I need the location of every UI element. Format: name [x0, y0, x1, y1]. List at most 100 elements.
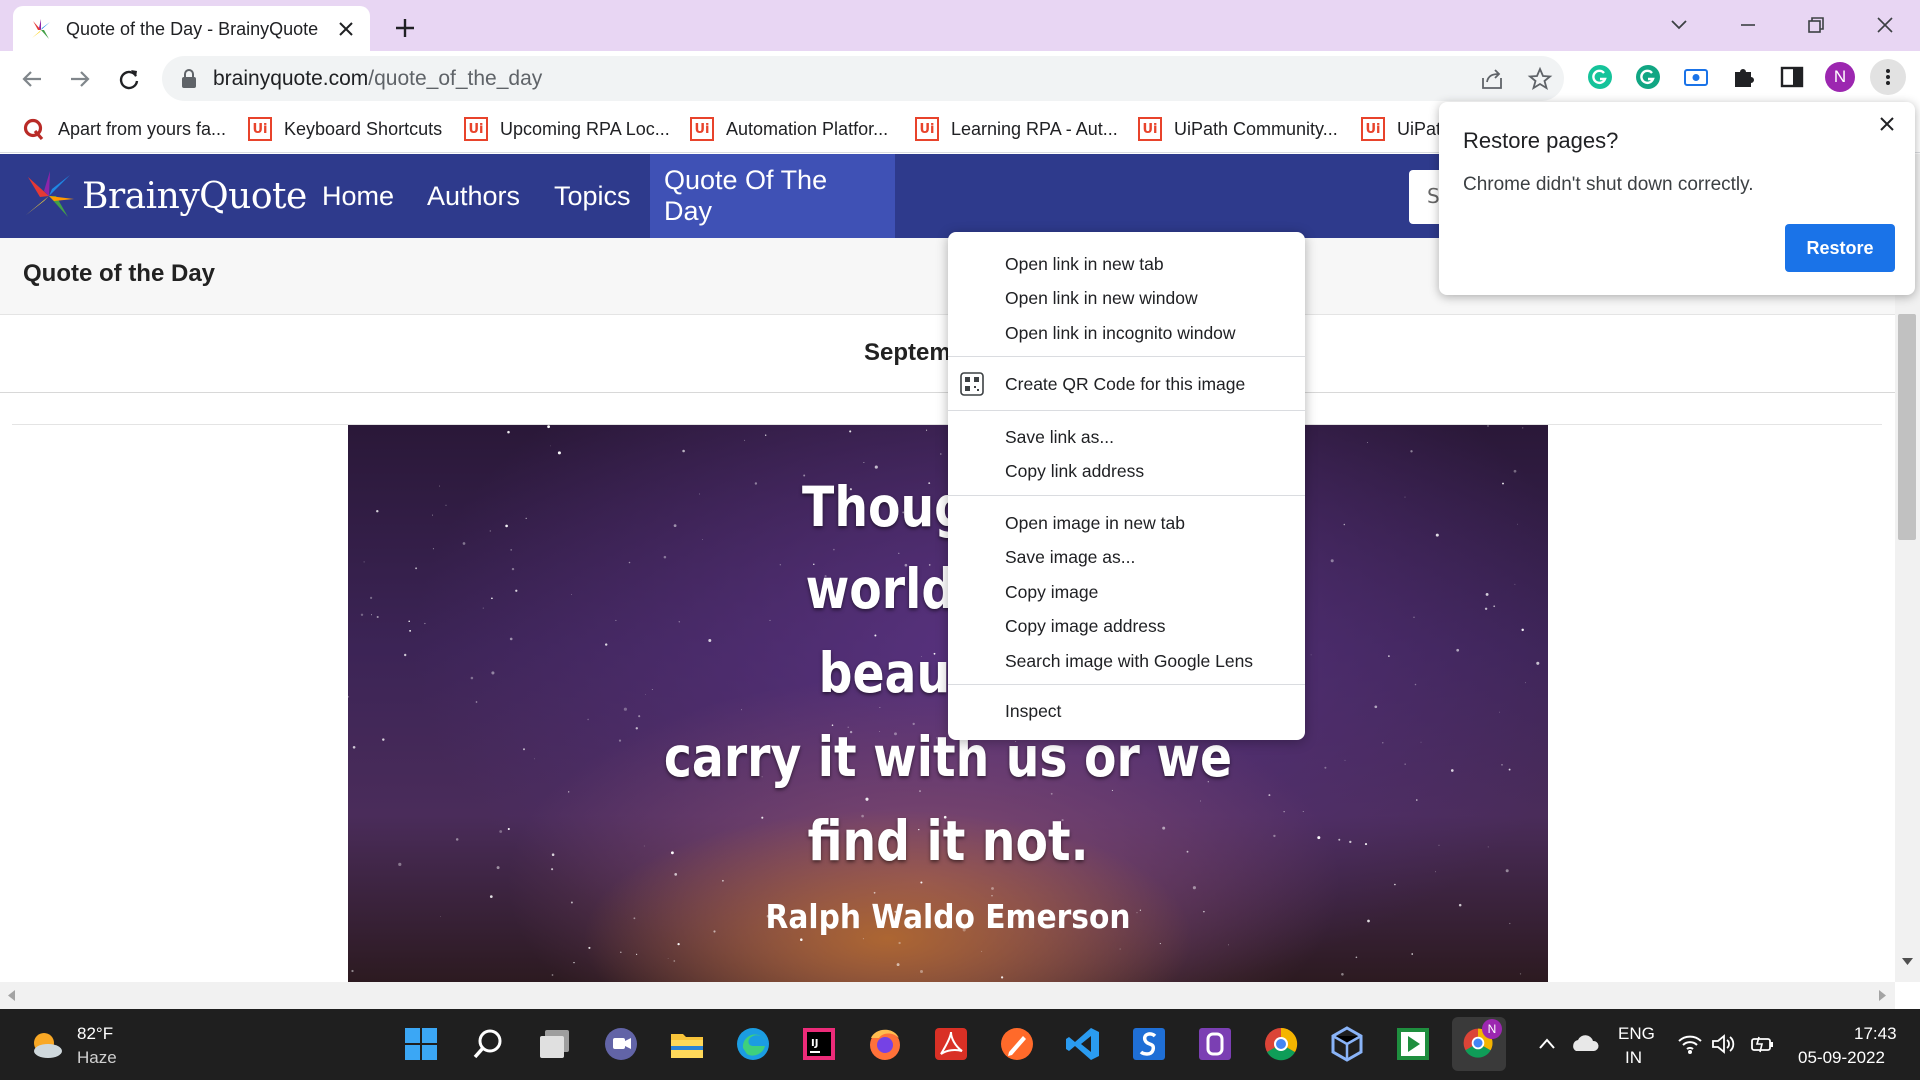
menu-inspect[interactable]: Inspect: [948, 695, 1305, 727]
new-tab-icon[interactable]: [390, 13, 420, 43]
bookmark-item[interactable]: Ui Learning RPA - Aut...: [915, 114, 1118, 144]
intellij-icon[interactable]: IJ: [799, 1024, 839, 1064]
teams-chat-icon[interactable]: [601, 1024, 641, 1064]
star: [415, 567, 418, 570]
scroll-down-arrow-icon[interactable]: [1902, 958, 1913, 966]
chrome-icon[interactable]: [1261, 1024, 1301, 1064]
nav-quote-of-the-day[interactable]: Quote Of The Day: [650, 154, 895, 238]
close-tab-icon[interactable]: [334, 17, 358, 41]
menu-open-image-new-tab[interactable]: Open image in new tab: [948, 507, 1305, 539]
search-icon[interactable]: [468, 1024, 508, 1064]
bookmark-item[interactable]: Ui UiPath Community...: [1138, 114, 1338, 144]
menu-separator: [948, 495, 1305, 496]
address-bar[interactable]: brainyquote.com/quote_of_the_day: [162, 56, 1564, 101]
menu-open-link-incognito[interactable]: Open link in incognito window: [948, 317, 1305, 349]
uipath-studio-icon[interactable]: [1129, 1024, 1169, 1064]
language-region[interactable]: IN: [1625, 1048, 1642, 1068]
chevron-up-icon[interactable]: [1536, 1033, 1558, 1055]
sketch-pen-icon[interactable]: [997, 1024, 1037, 1064]
clock-time[interactable]: 17:43: [1854, 1024, 1897, 1044]
wifi-icon[interactable]: [1677, 1033, 1703, 1055]
screen-recorder-icon[interactable]: [1681, 62, 1711, 92]
close-window-icon[interactable]: [1870, 10, 1900, 40]
windows-start-icon[interactable]: [401, 1024, 441, 1064]
media-player-icon[interactable]: [1393, 1024, 1433, 1064]
firefox-icon[interactable]: [865, 1024, 905, 1064]
acrobat-icon[interactable]: [931, 1024, 971, 1064]
menu-open-link-new-window[interactable]: Open link in new window: [948, 282, 1305, 314]
language-eng[interactable]: ENG: [1618, 1024, 1655, 1044]
menu-open-link-new-tab[interactable]: Open link in new tab: [948, 248, 1305, 280]
star: [370, 596, 373, 599]
star: [1355, 956, 1358, 959]
close-icon[interactable]: [1875, 112, 1899, 136]
side-panel-icon[interactable]: [1777, 62, 1807, 92]
star: [1499, 711, 1500, 713]
reload-icon[interactable]: [114, 64, 144, 94]
bookmark-item[interactable]: Ui UiPat: [1361, 114, 1441, 144]
star: [398, 862, 402, 866]
tab-active[interactable]: Quote of the Day - BrainyQuote: [13, 6, 370, 51]
nav-authors[interactable]: Authors: [413, 154, 534, 238]
uipath-icon: Ui: [1361, 117, 1385, 141]
more-vertical-icon: [1886, 69, 1890, 85]
menu-copy-image-address[interactable]: Copy image address: [948, 610, 1305, 642]
battery-charging-icon[interactable]: [1749, 1033, 1775, 1055]
horizontal-scrollbar[interactable]: [0, 982, 1895, 1009]
star: [849, 430, 852, 433]
star: [682, 449, 685, 453]
file-explorer-icon[interactable]: [667, 1024, 707, 1064]
minimize-icon[interactable]: [1733, 10, 1763, 40]
star: [667, 958, 669, 960]
scroll-right-arrow-icon[interactable]: [1878, 990, 1886, 1001]
scrollbar-thumb[interactable]: [1898, 314, 1916, 540]
grammarly-go-icon[interactable]: [1633, 62, 1663, 92]
virtualbox-icon[interactable]: [1327, 1024, 1367, 1064]
menu-save-image-as[interactable]: Save image as...: [948, 541, 1305, 573]
bookmark-star-icon[interactable]: [1527, 66, 1553, 92]
weather-widget[interactable]: [26, 1025, 66, 1065]
bookmark-item[interactable]: Ui Automation Platfor...: [690, 114, 888, 144]
menu-copy-image[interactable]: Copy image: [948, 576, 1305, 608]
nav-home[interactable]: Home: [308, 154, 408, 238]
onedrive-cloud-icon[interactable]: [1570, 1031, 1600, 1055]
extensions-puzzle-icon[interactable]: [1729, 62, 1759, 92]
star: [348, 695, 350, 698]
forward-arrow-icon[interactable]: [65, 64, 95, 94]
menu-search-google-lens[interactable]: Search image with Google Lens: [948, 645, 1305, 677]
share-icon[interactable]: [1479, 66, 1505, 92]
edge-browser-icon[interactable]: [733, 1024, 773, 1064]
menu-separator: [948, 356, 1305, 357]
star: [547, 425, 550, 429]
chrome-menu-button[interactable]: [1870, 59, 1906, 95]
star: [741, 709, 742, 711]
volume-icon[interactable]: [1710, 1033, 1736, 1055]
back-arrow-icon[interactable]: [17, 64, 47, 94]
lock-icon[interactable]: [180, 69, 198, 89]
vscode-icon[interactable]: [1063, 1024, 1103, 1064]
menu-create-qr-code[interactable]: Create QR Code for this image: [948, 368, 1305, 400]
restore-window-icon[interactable]: [1801, 10, 1831, 40]
star: [863, 462, 865, 463]
menu-copy-link-address[interactable]: Copy link address: [948, 455, 1305, 487]
profile-avatar[interactable]: N: [1825, 62, 1855, 92]
bookmark-item[interactable]: Apart from yours fa...: [22, 114, 226, 144]
star: [1341, 973, 1344, 976]
tab-search-chevron-icon[interactable]: [1664, 10, 1694, 40]
scroll-left-arrow-icon[interactable]: [8, 990, 16, 1001]
chrome-profile-taskbar-button[interactable]: N: [1452, 1017, 1506, 1071]
clock-date[interactable]: 05-09-2022: [1798, 1048, 1885, 1068]
bookmark-item[interactable]: Ui Keyboard Shortcuts: [248, 114, 442, 144]
star: [898, 941, 901, 945]
grammarly-icon[interactable]: [1585, 62, 1615, 92]
task-view-icon[interactable]: [535, 1024, 575, 1064]
star: [981, 950, 983, 952]
nav-topics[interactable]: Topics: [540, 154, 645, 238]
menu-save-link-as[interactable]: Save link as...: [948, 421, 1305, 453]
restore-button[interactable]: Restore: [1785, 224, 1895, 272]
uipath-assistant-icon[interactable]: [1195, 1024, 1235, 1064]
star: [573, 961, 575, 964]
bookmark-item[interactable]: Ui Upcoming RPA Loc...: [464, 114, 670, 144]
star: [920, 970, 923, 973]
brainyquote-logo[interactable]: BrainyQuote: [22, 166, 307, 226]
